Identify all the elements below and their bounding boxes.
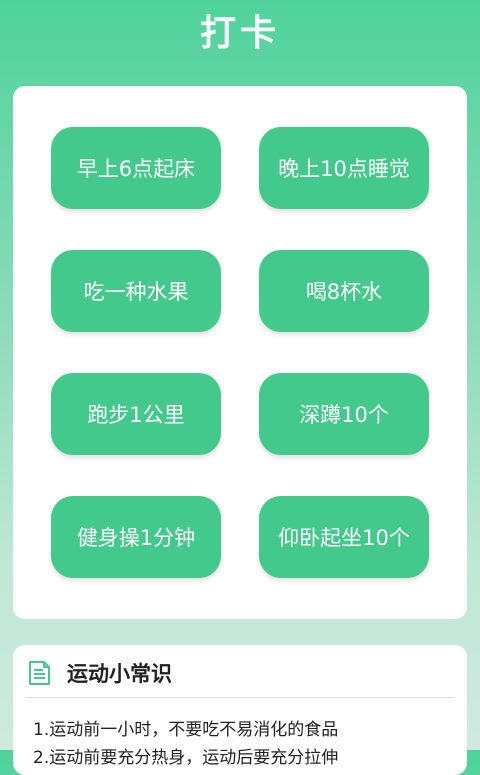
task-button-squat[interactable]: 深蹲10个 [259,373,429,455]
task-button-eat-fruit[interactable]: 吃一种水果 [51,250,221,332]
page-title: 打卡 [199,13,280,54]
tips-card: 运动小常识 1.运动前一小时，不要吃不易消化的食品 2.运动前要充分热身，运动后… [13,645,467,775]
checkin-card: 早上6点起床 晚上10点睡觉 吃一种水果 喝8杯水 跑步1公里 深蹲10个 健身… [13,86,467,619]
tips-divider [25,697,455,698]
task-button-run[interactable]: 跑步1公里 [51,373,221,455]
tip-item: 2.运动前要充分热身，运动后要充分拉伸 [33,748,339,768]
tips-title: 运动小常识 [67,662,172,686]
tips-header: 运动小常识 [27,657,172,689]
task-button-drink-water[interactable]: 喝8杯水 [259,250,429,332]
tip-item: 1.运动前一小时，不要吃不易消化的食品 [33,720,339,740]
task-button-situps[interactable]: 仰卧起坐10个 [259,496,429,578]
task-button-wake-up[interactable]: 早上6点起床 [51,127,221,209]
task-button-sleep[interactable]: 晚上10点睡觉 [259,127,429,209]
task-button-aerobics[interactable]: 健身操1分钟 [51,496,221,578]
document-icon [29,661,50,685]
